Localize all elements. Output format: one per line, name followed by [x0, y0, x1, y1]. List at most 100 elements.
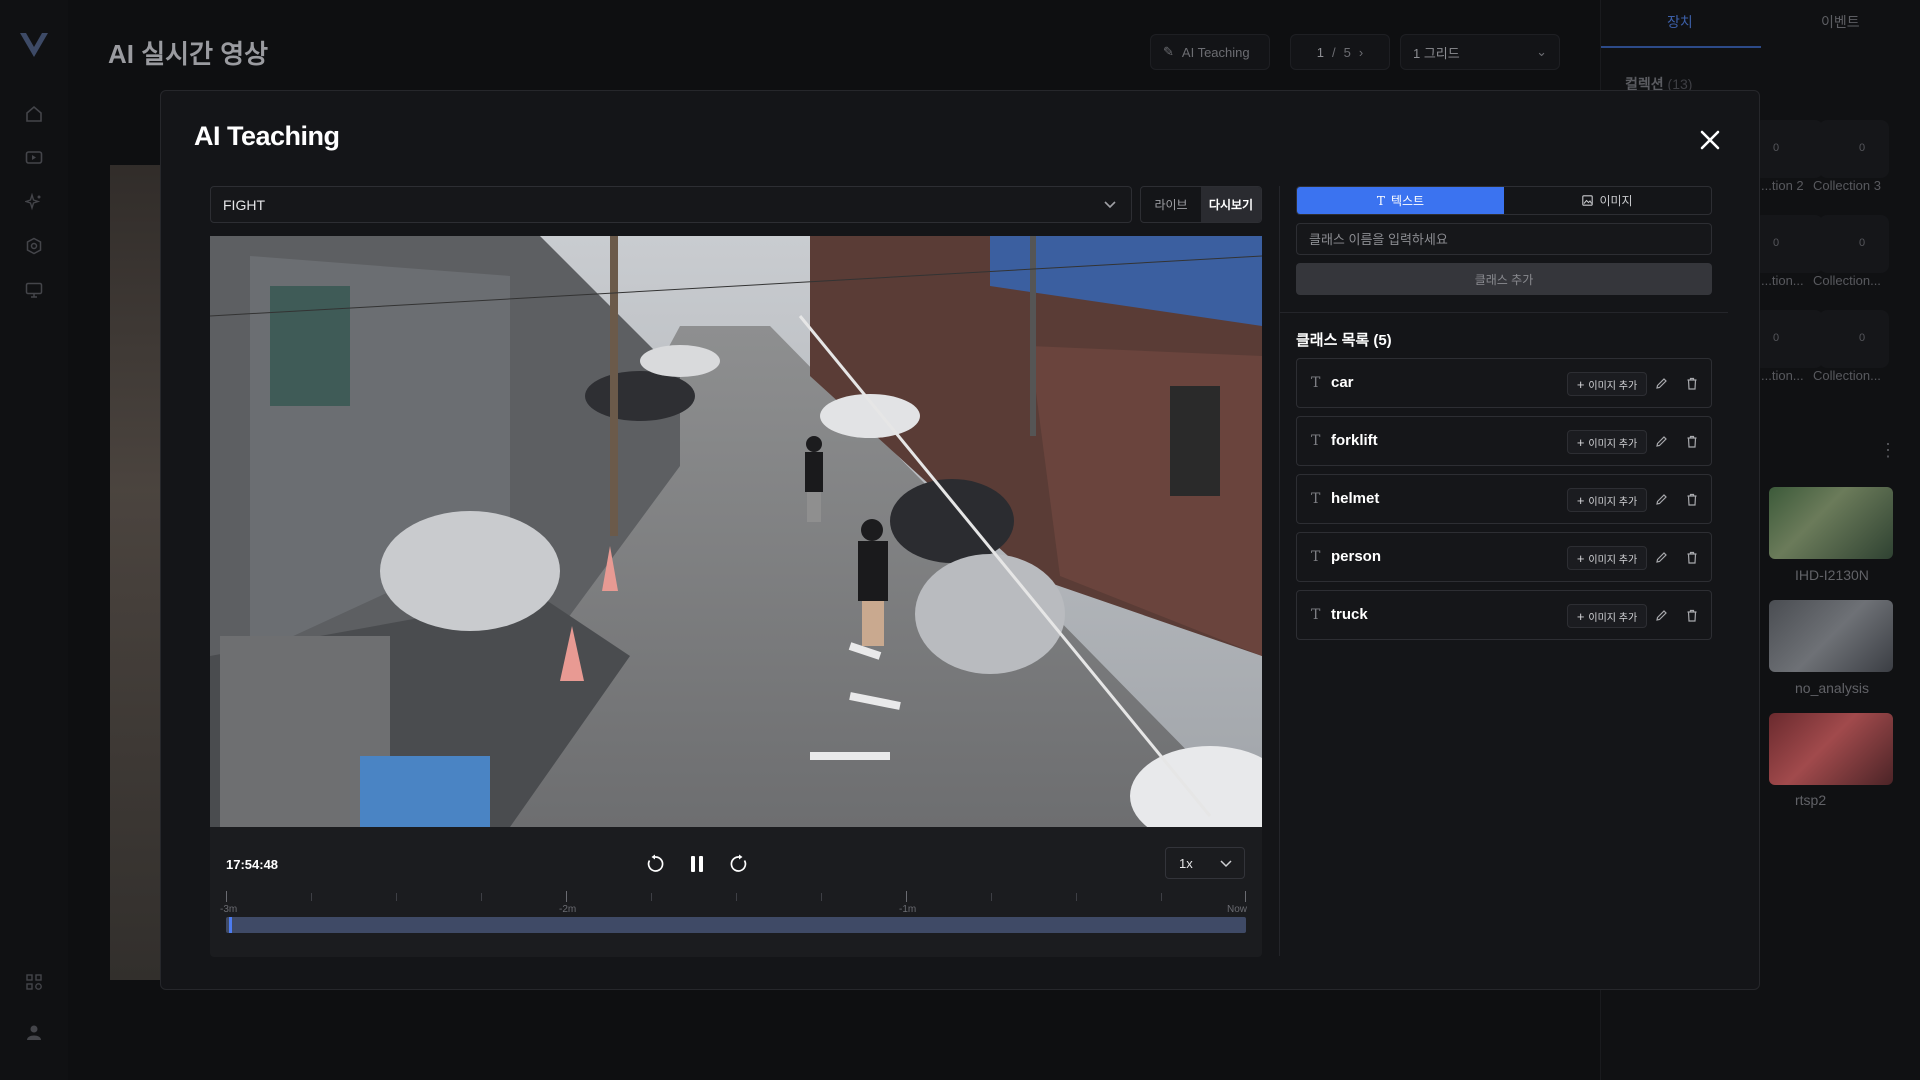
add-image-button[interactable]: + 이미지 추가: [1567, 604, 1647, 628]
tab-text[interactable]: T 텍스트: [1297, 187, 1504, 214]
panel-divider: [1279, 186, 1280, 956]
plus-icon: +: [1576, 608, 1585, 624]
collection-card[interactable]: 0: [1753, 120, 1823, 178]
class-name-input[interactable]: [1296, 223, 1712, 255]
tab-image[interactable]: 이미지: [1504, 187, 1711, 214]
timeline-track[interactable]: [226, 917, 1246, 933]
delete-icon[interactable]: [1684, 549, 1700, 565]
ai-sparkle-icon[interactable]: [23, 191, 45, 213]
close-icon[interactable]: [1695, 125, 1725, 155]
ai-teaching-label: AI Teaching: [1181, 44, 1250, 60]
page-total: 5: [1343, 44, 1351, 60]
more-icon[interactable]: ⋮: [1879, 440, 1897, 461]
text-type-icon: T: [1311, 607, 1321, 623]
tab-events[interactable]: 이벤트: [1821, 12, 1860, 32]
apps-icon[interactable]: [23, 971, 45, 993]
image-icon: [1582, 195, 1594, 206]
collection-count: 0: [1773, 237, 1780, 249]
delete-icon[interactable]: [1684, 433, 1700, 449]
page-title: AI 실시간 영상: [108, 39, 269, 69]
camera-thumbnail[interactable]: [1769, 487, 1893, 559]
camera-label[interactable]: rtsp2: [1795, 792, 1826, 808]
add-image-button[interactable]: + 이미지 추가: [1567, 372, 1647, 396]
tab-devices[interactable]: 장치: [1667, 12, 1693, 32]
delete-icon[interactable]: [1684, 375, 1700, 391]
replay-button[interactable]: 다시보기: [1201, 187, 1261, 222]
timeline-label: -1m: [899, 904, 917, 915]
collection-label: ...tion...: [1761, 368, 1804, 383]
camera-thumbnail[interactable]: [1769, 713, 1893, 785]
delete-icon[interactable]: [1684, 491, 1700, 507]
monitor-icon[interactable]: [23, 279, 45, 301]
ai-teaching-button[interactable]: ✎ AI Teaching: [1150, 34, 1270, 70]
edit-icon[interactable]: [1653, 549, 1669, 565]
video-player[interactable]: [210, 236, 1262, 827]
user-icon[interactable]: [23, 1021, 45, 1043]
collection-count: 0: [1773, 142, 1780, 154]
collection-label: Collection 3: [1813, 178, 1881, 193]
chevron-right-icon[interactable]: ›: [1359, 45, 1363, 60]
delete-icon[interactable]: [1684, 607, 1700, 623]
add-image-button[interactable]: + 이미지 추가: [1567, 488, 1647, 512]
page-pager[interactable]: 1 / 5 ›: [1290, 34, 1390, 70]
forward-icon[interactable]: [726, 851, 752, 877]
class-name: car: [1331, 374, 1354, 391]
speed-select[interactable]: 1x: [1165, 847, 1245, 879]
add-image-label: 이미지 추가: [1588, 554, 1638, 566]
timeline[interactable]: -3m -2m -1m Now: [220, 889, 1247, 939]
tab-image-label: 이미지: [1599, 194, 1633, 208]
live-button[interactable]: 라이브: [1141, 187, 1201, 222]
grid-select[interactable]: 1 그리드 ⌄: [1400, 34, 1560, 70]
camera-label[interactable]: IHD-I2130N: [1795, 567, 1869, 583]
current-time: 17:54:48: [226, 857, 279, 872]
tick: [396, 893, 397, 901]
tick: [1245, 891, 1246, 902]
collection-card[interactable]: 0: [1819, 120, 1889, 178]
collection-label: Collection...: [1813, 273, 1881, 288]
add-image-label: 이미지 추가: [1588, 612, 1638, 624]
camera-label[interactable]: no_analysis: [1795, 680, 1869, 696]
plus-icon: +: [1576, 434, 1585, 450]
pause-icon[interactable]: [684, 851, 710, 877]
edit-icon[interactable]: [1653, 433, 1669, 449]
class-row: T helmet + 이미지 추가: [1296, 474, 1712, 524]
class-row: T person + 이미지 추가: [1296, 532, 1712, 582]
add-image-label: 이미지 추가: [1588, 438, 1638, 450]
class-name: truck: [1331, 606, 1368, 623]
camera-thumbnail[interactable]: [1769, 600, 1893, 672]
collection-label: ...tion...: [1761, 273, 1804, 288]
plus-icon: +: [1576, 376, 1585, 392]
modal-title: AI Teaching: [194, 121, 340, 151]
settings-icon[interactable]: [23, 235, 45, 257]
text-type-icon: T: [1311, 491, 1321, 507]
plus-icon: +: [1576, 492, 1585, 508]
event-select[interactable]: FIGHT: [210, 186, 1132, 223]
add-image-button[interactable]: + 이미지 추가: [1567, 430, 1647, 454]
sidebar: [0, 0, 68, 1080]
add-image-label: 이미지 추가: [1588, 496, 1638, 508]
text-type-icon: T: [1311, 375, 1321, 391]
playhead[interactable]: [229, 917, 233, 933]
tick: [821, 893, 822, 901]
home-icon[interactable]: [23, 103, 45, 125]
rewind-icon[interactable]: [642, 851, 668, 877]
edit-icon[interactable]: [1653, 375, 1669, 391]
collection-card[interactable]: 0: [1753, 215, 1823, 273]
timeline-label: -2m: [559, 904, 577, 915]
player-controls: 17:54:48 1x -3m -2m -1m Now: [210, 827, 1262, 957]
class-list: T car + 이미지 추가 T forklift + 이미지 추가 T helme…: [1296, 358, 1712, 648]
speed-value: 1x: [1179, 855, 1193, 871]
collection-card[interactable]: 0: [1819, 215, 1889, 273]
wand-icon: ✎: [1163, 44, 1174, 59]
edit-icon[interactable]: [1653, 491, 1669, 507]
collection-card[interactable]: 0: [1753, 310, 1823, 368]
edit-icon[interactable]: [1653, 607, 1669, 623]
grid-select-value: 1 그리드: [1413, 45, 1460, 61]
add-class-button[interactable]: 클래스 추가: [1296, 263, 1712, 295]
class-name: helmet: [1331, 490, 1380, 507]
video-icon[interactable]: [23, 147, 45, 169]
page-current: 1: [1316, 44, 1325, 60]
tick: [1076, 893, 1077, 901]
add-image-button[interactable]: + 이미지 추가: [1567, 546, 1647, 570]
collection-card[interactable]: 0: [1819, 310, 1889, 368]
